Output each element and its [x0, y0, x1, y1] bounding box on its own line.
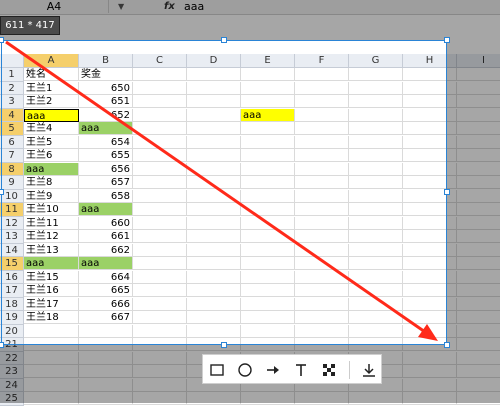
toolbar-divider [349, 361, 350, 379]
ellipse-icon[interactable] [235, 360, 255, 380]
rectangle-icon[interactable] [207, 360, 227, 380]
arrow-annotation [5, 40, 438, 341]
arrow-head [418, 324, 438, 341]
save-icon[interactable] [359, 360, 379, 380]
mosaic-icon[interactable] [319, 360, 339, 380]
arrow-icon[interactable] [263, 360, 283, 380]
text-icon[interactable] [291, 360, 311, 380]
capture-toolbar [202, 354, 382, 384]
arrow-line [5, 40, 429, 336]
